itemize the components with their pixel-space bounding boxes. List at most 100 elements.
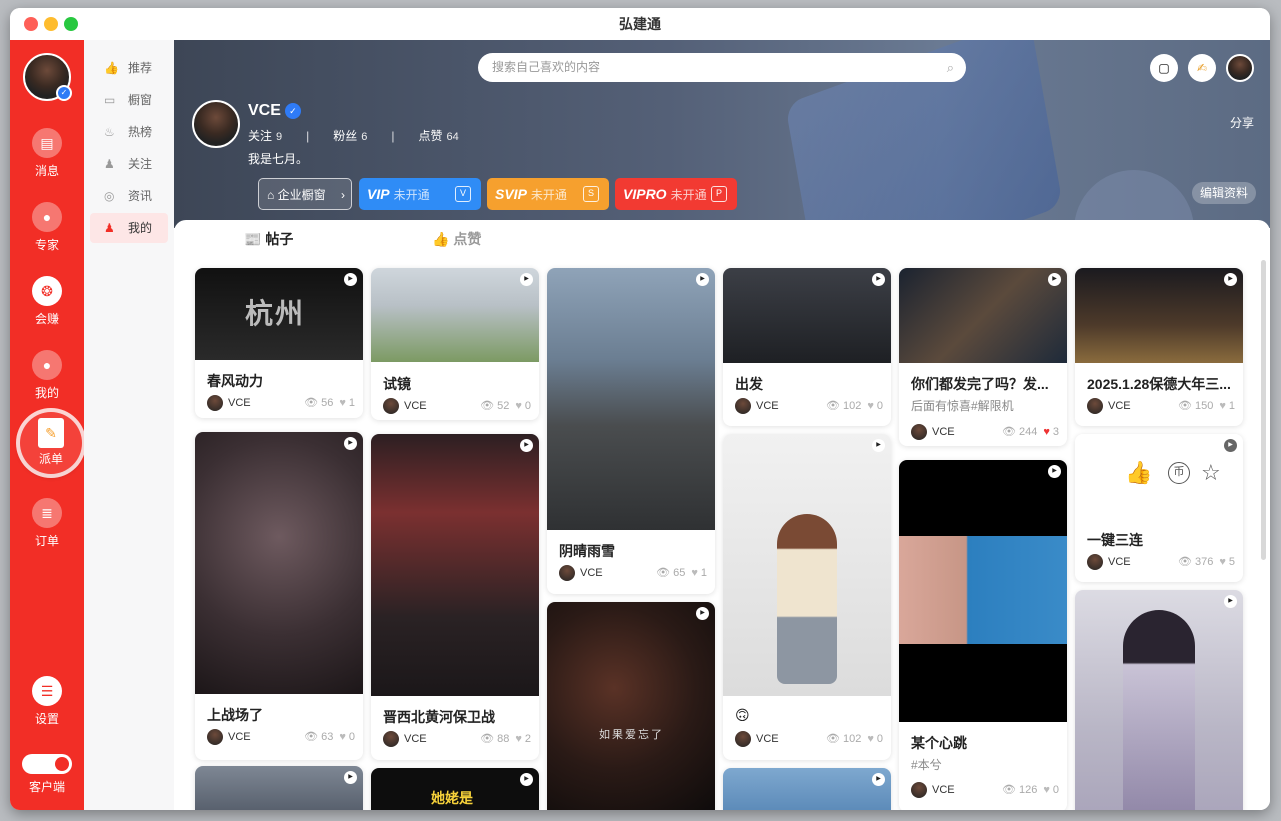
scrollbar[interactable] (1261, 260, 1266, 560)
subnav-item-follow[interactable]: ♟ 关注 (90, 149, 168, 179)
expert-icon: ● (32, 202, 62, 232)
play-icon: ▶ (696, 607, 709, 620)
play-icon: ▶ (520, 273, 533, 286)
header-avatar[interactable] (1226, 54, 1254, 82)
search-input[interactable]: 搜索自己喜欢的内容 ⌕ (478, 53, 966, 82)
subnav-item-news[interactable]: ◎ 资讯 (90, 181, 168, 211)
post-meta: VCE 👁 63 ♥ 0 (207, 729, 355, 745)
rail-item-messages[interactable]: ▤ 消息 (10, 128, 84, 179)
subnav-item-shop[interactable]: ▭ 橱窗 (90, 85, 168, 115)
author-avatar (1087, 398, 1103, 414)
post-thumbnail: 她姥是 ▶ (371, 768, 539, 810)
post-card[interactable]: ▶ 上战场了 VCE 👁 63 ♥ 0 (195, 432, 363, 760)
post-thumbnail: ▶ (1075, 268, 1243, 363)
play-icon: ▶ (872, 773, 885, 786)
subnav-item-mine[interactable]: ♟ 我的 (90, 213, 168, 243)
post-card[interactable]: ▶ 出发 VCE 👁 102 ♥ 0 (723, 268, 891, 426)
post-meta: VCE 👁 102 ♥ 0 (735, 398, 883, 414)
chat-icon[interactable]: ▢ (1150, 54, 1178, 82)
play-icon: ▶ (520, 439, 533, 452)
client-toggle[interactable] (22, 754, 72, 774)
play-icon: ▶ (1048, 465, 1061, 478)
post-card[interactable]: 👍 币 ☆ ▶ 一键三连 VCE 👁 376 ♥ 5 (1075, 434, 1243, 582)
post-card[interactable]: ▶ 你们都发完了吗？发... 后面有惊喜#解限机 VCE 👁 244 ♥ 3 (899, 268, 1067, 446)
post-card[interactable]: ▶ 晋西北黄河保卫战 VCE 👁 88 ♥ 2 (371, 434, 539, 760)
sign-icon[interactable]: ✍ (1188, 54, 1216, 82)
subnav-item-hot[interactable]: ♨ 热榜 (90, 117, 168, 147)
rail-item-earn[interactable]: ❂ 会赚 (10, 276, 84, 327)
author-avatar (735, 398, 751, 414)
play-icon: ▶ (344, 273, 357, 286)
likes-stat[interactable]: 点赞 64 (419, 129, 459, 143)
rail-item-mine[interactable]: ● 我的 (10, 350, 84, 401)
eye-icon: 👁 (480, 400, 495, 412)
rail-item-orders[interactable]: ≣ 订单 (10, 498, 84, 549)
post-card[interactable]: ▶ (1075, 590, 1243, 810)
post-card[interactable]: 杭州 ▶ 春风动力 VCE 👁 56 ♥ 1 (195, 268, 363, 418)
play-icon: ▶ (520, 773, 533, 786)
author-avatar (735, 731, 751, 747)
post-card[interactable]: ▶ (723, 768, 891, 810)
heart-icon: ♥ (1219, 400, 1226, 412)
follow-stat[interactable]: 关注 9 (248, 129, 282, 143)
title-bar: 弘建通 (10, 8, 1270, 40)
heart-icon: ♥ (339, 397, 346, 409)
post-thumbnail: ▶ (723, 434, 891, 696)
subnav-item-recommend[interactable]: 👍 推荐 (90, 53, 168, 83)
eye-icon: 👁 (304, 397, 319, 409)
vip-button[interactable]: VIP 未开通 V (359, 178, 481, 210)
content-tabs: 📰 帖子 👍 点赞 (174, 220, 1270, 256)
vipro-button[interactable]: VIPRO 未开通 P (615, 178, 737, 210)
maximize-window-button[interactable] (64, 17, 78, 31)
eye-icon: 👁 (1002, 784, 1016, 796)
post-card[interactable]: ▶ (195, 766, 363, 810)
author-avatar (383, 398, 399, 414)
post-card[interactable]: ▶ 2025.1.28保德大年三... VCE 👁 150 ♥ 1 (1075, 268, 1243, 426)
edit-profile-button[interactable]: 编辑资料 (1191, 182, 1256, 204)
author-avatar (207, 395, 223, 411)
post-card[interactable]: 她姥是 ▶ (371, 768, 539, 810)
play-icon: ▶ (344, 771, 357, 784)
profile-avatar[interactable] (192, 100, 240, 148)
profile-banner: 搜索自己喜欢的内容 ⌕ ▢ ✍ VCE ✓ 关注 9 | 粉丝 6 | 点赞 64 我是七月。 … (174, 40, 1270, 228)
svip-button[interactable]: SVIP 未开通 S (487, 178, 609, 210)
play-icon: ▶ (1224, 273, 1237, 286)
user-icon: ● (32, 350, 62, 380)
enterprise-shop-button[interactable]: ⌂ 企业橱窗 › (258, 178, 352, 210)
share-button[interactable]: 分享 (1230, 114, 1254, 131)
post-card[interactable]: 如果爱忘了 ▶ (547, 602, 715, 810)
post-card[interactable]: ▶ 某个心跳 #本兮 VCE 👁 126 ♥ 0 (899, 460, 1067, 810)
search-icon[interactable]: ⌕ (947, 53, 954, 82)
eye-icon: 👁 (304, 731, 319, 743)
tab-likes[interactable]: 👍 点赞 (432, 229, 481, 249)
post-meta: VCE 👁 56 ♥ 1 (207, 395, 355, 411)
heart-icon: ♥ (867, 733, 874, 745)
heart-icon: ♥ (515, 400, 522, 412)
post-card[interactable]: ▶ 阴晴雨雪 VCE 👁 65 ♥ 1 (547, 268, 715, 594)
eye-icon: 👁 (1178, 400, 1192, 412)
dispatch-button[interactable]: ✎ 派单 (20, 412, 82, 474)
verified-icon: ✓ (56, 85, 72, 101)
rail-item-settings[interactable]: ☰ 设置 (10, 676, 84, 727)
eye-icon: 👁 (1002, 426, 1016, 438)
post-thumbnail: ▶ (899, 460, 1067, 722)
post-card[interactable]: ▶ 试镜 VCE 👁 52 ♥ 0 (371, 268, 539, 420)
close-window-button[interactable] (24, 17, 38, 31)
coin-icon: 币 (1168, 462, 1190, 484)
post-thumbnail: ▶ (371, 268, 539, 362)
tab-posts[interactable]: 📰 帖子 (244, 229, 293, 249)
follow-icon: ♟ (104, 157, 115, 171)
rail-item-experts[interactable]: ● 专家 (10, 202, 84, 253)
author-avatar (559, 565, 575, 581)
post-thumbnail: 👍 币 ☆ ▶ (1075, 434, 1243, 518)
profile-motto: 我是七月。 (248, 152, 309, 166)
window-title: 弘建通 (619, 16, 661, 32)
post-thumbnail: 如果爱忘了 ▶ (547, 602, 715, 810)
content-area: 📰 帖子 👍 点赞 杭州 ▶ 春风动力 VCE 👁 56 ♥ 1 ▶ 上战场了 VCE 👁… (174, 220, 1270, 810)
post-meta: VCE 👁 88 ♥ 2 (383, 731, 531, 747)
verified-icon: ✓ (284, 102, 301, 119)
post-card[interactable]: ▶ 🙃 VCE 👁 102 ♥ 0 (723, 434, 891, 760)
fans-stat[interactable]: 粉丝 6 (333, 129, 367, 143)
sub-nav: 👍 推荐 ▭ 橱窗 ♨ 热榜 ♟ 关注 ◎ 资讯 ♟ 我的 (84, 40, 174, 810)
minimize-window-button[interactable] (44, 17, 58, 31)
